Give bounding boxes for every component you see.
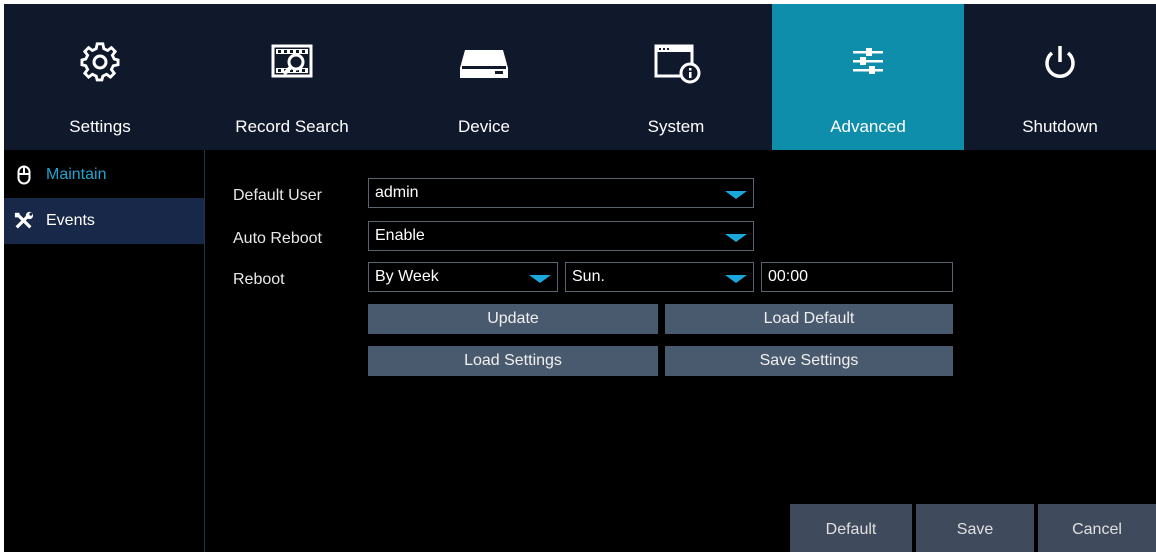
tab-label: Settings (69, 117, 131, 136)
chevron-down-icon (725, 275, 747, 283)
load-settings-button[interactable]: Load Settings (368, 346, 658, 376)
tab-label: System (647, 117, 705, 136)
sidebar-item-maintain[interactable]: Maintain (4, 152, 204, 198)
tab-label: Device (458, 117, 510, 136)
save-button[interactable]: Save (916, 504, 1034, 552)
dvr-screen: Settings Record Search Device System Adv… (4, 4, 1156, 552)
sliders-icon (836, 38, 900, 86)
sidebar-item-events[interactable]: Events (4, 198, 204, 244)
auto-reboot-label: Auto Reboot (233, 230, 322, 247)
tab-advanced[interactable]: Advanced (772, 4, 964, 150)
hard-drive-icon (452, 38, 516, 86)
default-user-label: Default User (233, 187, 322, 204)
reboot-time-input[interactable]: 00:00 (761, 262, 953, 292)
sidebar-item-label: Events (46, 212, 95, 229)
tab-record-search[interactable]: Record Search (196, 4, 388, 150)
reboot-day-select[interactable]: Sun. (565, 262, 754, 292)
tab-shutdown[interactable]: Shutdown (964, 4, 1156, 150)
reboot-period-value: By Week (375, 268, 439, 285)
system-info-icon (644, 38, 708, 86)
reboot-label: Reboot (233, 271, 285, 288)
load-default-button[interactable]: Load Default (665, 304, 953, 334)
tab-device[interactable]: Device (388, 4, 580, 150)
tab-settings[interactable]: Settings (4, 4, 196, 150)
reboot-day-value: Sun. (572, 268, 605, 285)
sidebar: Maintain Events (4, 150, 204, 552)
reboot-period-select[interactable]: By Week (368, 262, 558, 292)
default-button[interactable]: Default (790, 504, 912, 552)
cancel-button[interactable]: Cancel (1038, 504, 1156, 552)
power-icon (1028, 38, 1092, 86)
chevron-down-icon (725, 234, 747, 242)
tools-icon (14, 211, 34, 231)
auto-reboot-select[interactable]: Enable (368, 221, 754, 251)
sidebar-item-label: Maintain (46, 166, 107, 183)
film-search-icon (260, 38, 324, 86)
default-user-value: admin (375, 184, 419, 201)
reboot-time-value: 00:00 (768, 268, 809, 285)
update-button[interactable]: Update (368, 304, 658, 334)
tab-label: Shutdown (1022, 117, 1098, 136)
mouse-icon (14, 165, 34, 185)
maintain-panel: Default User admin Auto Reboot Enable Re… (204, 150, 1156, 552)
tab-label: Record Search (235, 117, 349, 136)
tab-label: Advanced (830, 117, 906, 136)
gear-icon (68, 38, 132, 86)
top-navigation: Settings Record Search Device System Adv… (4, 4, 1156, 150)
tab-system[interactable]: System (580, 4, 772, 150)
default-user-select[interactable]: admin (368, 178, 754, 208)
save-settings-button[interactable]: Save Settings (665, 346, 953, 376)
chevron-down-icon (725, 191, 747, 199)
chevron-down-icon (529, 275, 551, 283)
auto-reboot-value: Enable (375, 227, 425, 244)
